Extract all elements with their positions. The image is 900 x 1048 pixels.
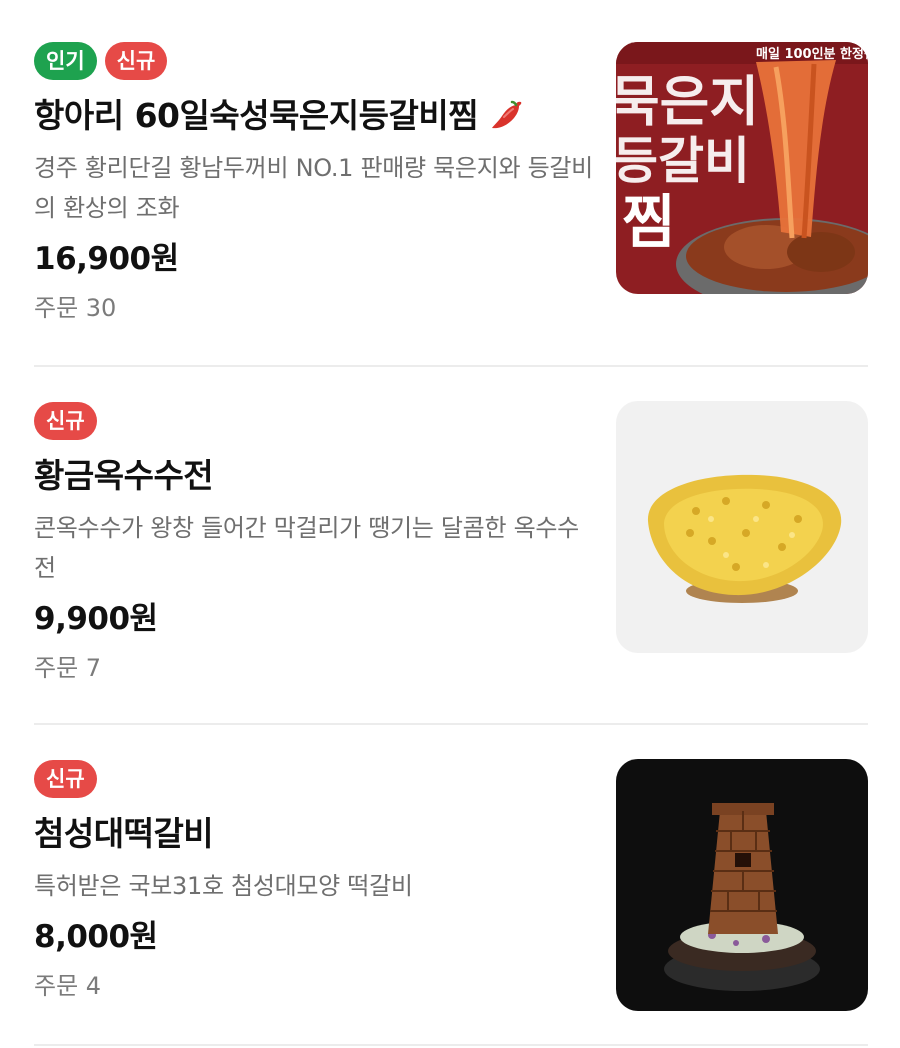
image-headline-1: 묵은지 [616, 70, 759, 133]
new-badge: 신규 [34, 402, 97, 440]
menu-item-name: 항아리 60일숙성묵은지등갈비찜 [34, 96, 479, 135]
new-badge: 신규 [104, 42, 168, 80]
menu-item-price: 9,900원 [34, 601, 158, 637]
menu-item-order-count: 주문 4 [34, 972, 102, 1000]
menu-item-image[interactable] [616, 401, 868, 653]
image-headline-2: 등갈비 [616, 132, 750, 190]
popular-badge: 인기 [34, 42, 97, 80]
menu-item-description: 경주 황리단길 황남두꺼비 NO.1 판매량 묵은지와 등갈비의 환상의 조화 [34, 154, 593, 222]
menu-item[interactable]: 인기 신규 항아리 60일숙성묵은지등갈비찜 경주 황리단길 황남두꺼비 NO.… [34, 0, 868, 367]
menu-item-description: 특허받은 국보31호 첨성대모양 떡갈비 [34, 872, 413, 900]
image-headline-3: 찜 [622, 188, 675, 256]
menu-item-price: 8,000원 [34, 919, 158, 955]
menu-item-image[interactable]: 매일 100인분 한정판매 묵은지 등갈비 찜 [616, 42, 868, 294]
menu-item-info: 인기 신규 항아리 60일숙성묵은지등갈비찜 경주 황리단길 황남두꺼비 NO.… [34, 42, 594, 326]
banner-text: 매일 100인분 한정판매 [756, 46, 868, 62]
menu-item-name-row: 항아리 60일숙성묵은지등갈비찜 [34, 94, 594, 138]
menu-item-order-count: 주문 7 [34, 654, 102, 682]
menu-item-info: 신규 황금옥수수전 콘옥수수가 왕창 들어간 막걸리가 땡기는 달콤한 옥수수전… [34, 402, 594, 686]
menu-item[interactable]: 신규 첨성대떡갈비 특허받은 국보31호 첨성대모양 떡갈비 8,000원 주문… [34, 725, 868, 1046]
badge-group: 신규 [34, 402, 594, 440]
new-badge: 신규 [34, 760, 97, 798]
menu-item[interactable]: 신규 황금옥수수전 콘옥수수가 왕창 들어간 막걸리가 땡기는 달콤한 옥수수전… [34, 367, 868, 725]
badge-group: 신규 [34, 760, 594, 798]
menu-item-info: 신규 첨성대떡갈비 특허받은 국보31호 첨성대모양 떡갈비 8,000원 주문… [34, 760, 594, 1004]
badge-group: 인기 신규 [34, 42, 594, 80]
menu-item-price: 16,900원 [34, 241, 179, 277]
chili-pepper-icon [488, 96, 528, 136]
menu-item-image[interactable] [616, 759, 868, 1011]
menu-item-order-count: 주문 30 [34, 294, 117, 322]
menu-item-name: 황금옥수수전 [34, 456, 214, 495]
menu-item-name: 첨성대떡갈비 [34, 814, 214, 853]
menu-item-description: 콘옥수수가 왕창 들어간 막걸리가 땡기는 달콤한 옥수수전 [34, 514, 579, 582]
menu-list: 인기 신규 항아리 60일숙성묵은지등갈비찜 경주 황리단길 황남두꺼비 NO.… [0, 0, 900, 1048]
